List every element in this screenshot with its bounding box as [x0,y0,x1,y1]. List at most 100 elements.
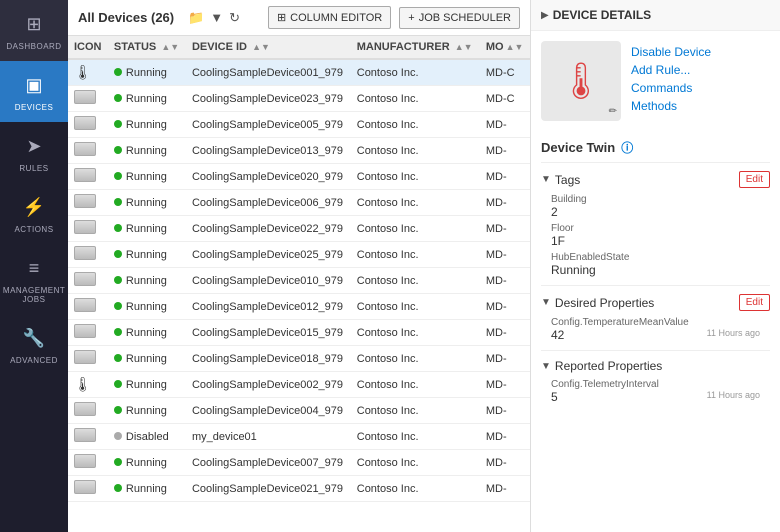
col-icon[interactable]: ICON [68,36,108,59]
table-row[interactable]: 🌡 Running CoolingSampleDevice001_979 Con… [68,59,530,86]
status-indicator [114,146,122,154]
table-row[interactable]: Running CoolingSampleDevice006_979 Conto… [68,190,530,216]
table-row[interactable]: Running CoolingSampleDevice004_979 Conto… [68,398,530,424]
image-edit-icon[interactable]: ✏ [609,106,617,117]
status-indicator [114,380,122,388]
device-image: 🌡 ✏ [541,41,621,121]
cell-device-id: CoolingSampleDevice002_979 [186,372,351,398]
col-manufacturer[interactable]: MANUFACTURER ▲▼ [351,36,480,59]
table-row[interactable]: Running CoolingSampleDevice020_979 Conto… [68,164,530,190]
status-indicator [114,172,122,180]
sidebar-item-dashboard[interactable]: ⊞ Dashboard [0,0,68,61]
twin-title: Device Twin ⓘ [541,139,770,156]
table-row[interactable]: Running CoolingSampleDevice005_979 Conto… [68,112,530,138]
cell-manufacturer: Contoso Inc. [351,346,480,372]
cell-icon [68,216,108,242]
cell-manufacturer: Contoso Inc. [351,424,480,450]
link-add-rule[interactable]: Add Rule... [631,63,711,77]
devices-icon: ▣ [20,71,48,99]
job-scheduler-icon: + [408,12,414,24]
cell-manufacturer: Contoso Inc. [351,372,480,398]
cell-device-id: CoolingSampleDevice018_979 [186,346,351,372]
cell-icon [68,268,108,294]
cell-model: MD-C [480,86,530,112]
cell-manufacturer: Contoso Inc. [351,59,480,86]
cell-status: Running [108,138,186,164]
table-row[interactable]: Running CoolingSampleDevice010_979 Conto… [68,268,530,294]
tags-edit-button[interactable]: Edit [739,171,770,188]
cell-model: MD- [480,450,530,476]
status-indicator [114,432,122,440]
table-row[interactable]: Disabled my_device01 Contoso Inc. MD- [68,424,530,450]
table-row[interactable]: Running CoolingSampleDevice022_979 Conto… [68,216,530,242]
top-bar: All Devices (26) 📁 ▼ ↻ ⊞ COLUMN EDITOR +… [68,0,530,36]
cell-status: Running [108,112,186,138]
cell-status: Running [108,476,186,502]
cell-device-id: CoolingSampleDevice015_979 [186,320,351,346]
cell-status: Running [108,216,186,242]
table-row[interactable]: Running CoolingSampleDevice023_979 Conto… [68,86,530,112]
cell-manufacturer: Contoso Inc. [351,164,480,190]
cell-model: MD- [480,476,530,502]
cell-manufacturer: Contoso Inc. [351,398,480,424]
cell-device-id: CoolingSampleDevice005_979 [186,112,351,138]
link-methods[interactable]: Methods [631,99,711,113]
cell-icon [68,476,108,502]
folder-icon[interactable]: 📁 [188,10,204,26]
cell-model: MD- [480,190,530,216]
cell-manufacturer: Contoso Inc. [351,112,480,138]
sidebar-item-management-jobs[interactable]: ≡ Management Jobs [0,244,68,314]
sidebar-item-rules[interactable]: ➤ Rules [0,122,68,183]
sidebar-item-devices[interactable]: ▣ Devices [0,61,68,122]
table-row[interactable]: Running CoolingSampleDevice015_979 Conto… [68,320,530,346]
filter-icon[interactable]: ▼ [210,10,223,26]
cell-status: Running [108,164,186,190]
cell-status: Disabled [108,424,186,450]
cell-model: MD- [480,242,530,268]
link-commands[interactable]: Commands [631,81,711,95]
reported-properties-section: ▼ Reported Properties Config.TelemetryIn… [541,350,770,412]
cell-icon [68,424,108,450]
cell-device-id: CoolingSampleDevice020_979 [186,164,351,190]
cell-model: MD- [480,398,530,424]
desired-edit-button[interactable]: Edit [739,294,770,311]
table-row[interactable]: Running CoolingSampleDevice021_979 Conto… [68,476,530,502]
status-indicator [114,328,122,336]
desired-header[interactable]: ▼ Desired Properties Edit [541,292,770,315]
table-row[interactable]: Running CoolingSampleDevice007_979 Conto… [68,450,530,476]
thermometer-icon: 🌡 [558,60,604,102]
sidebar-item-advanced[interactable]: 🔧 Advanced [0,314,68,375]
job-scheduler-button[interactable]: + JOB SCHEDULER [399,7,520,29]
sidebar-item-actions[interactable]: ⚡ Actions [0,183,68,244]
status-indicator [114,484,122,492]
column-editor-button[interactable]: ⊞ COLUMN EDITOR [268,6,391,29]
table-row[interactable]: 🌡 Running CoolingSampleDevice002_979 Con… [68,372,530,398]
table-row[interactable]: Running CoolingSampleDevice013_979 Conto… [68,138,530,164]
cell-model: MD- [480,268,530,294]
col-model[interactable]: MO▲▼ [480,36,530,59]
cell-manufacturer: Contoso Inc. [351,450,480,476]
table-row[interactable]: Running CoolingSampleDevice018_979 Conto… [68,346,530,372]
tags-header[interactable]: ▼ Tags Edit [541,169,770,192]
cell-status: Running [108,320,186,346]
cell-device-id: CoolingSampleDevice021_979 [186,476,351,502]
desired-properties-section: ▼ Desired Properties Edit Config.Tempera… [541,285,770,350]
cell-device-id: CoolingSampleDevice013_979 [186,138,351,164]
table-row[interactable]: Running CoolingSampleDevice025_979 Conto… [68,242,530,268]
cell-icon [68,346,108,372]
reported-header[interactable]: ▼ Reported Properties [541,357,770,377]
refresh-icon[interactable]: ↻ [229,10,240,26]
advanced-icon: 🔧 [20,324,48,352]
col-device-id[interactable]: DEVICE ID ▲▼ [186,36,351,59]
link-disable-device[interactable]: Disable Device [631,45,711,59]
cell-device-id: CoolingSampleDevice022_979 [186,216,351,242]
dashboard-icon: ⊞ [20,10,48,38]
cell-manufacturer: Contoso Inc. [351,294,480,320]
cell-device-id: CoolingSampleDevice025_979 [186,242,351,268]
twin-info-icon[interactable]: ⓘ [621,139,633,156]
col-status[interactable]: STATUS ▲▼ [108,36,186,59]
table-row[interactable]: Running CoolingSampleDevice012_979 Conto… [68,294,530,320]
cell-model: MD- [480,164,530,190]
status-indicator [114,250,122,258]
main-content: All Devices (26) 📁 ▼ ↻ ⊞ COLUMN EDITOR +… [68,0,530,532]
